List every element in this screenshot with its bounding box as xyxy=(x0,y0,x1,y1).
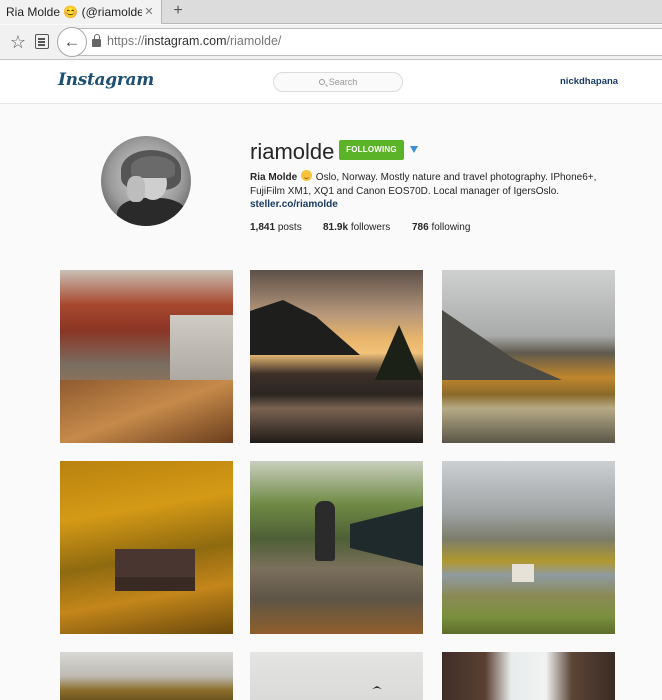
photo-grid xyxy=(60,270,615,700)
chevron-down-icon[interactable] xyxy=(410,146,418,153)
posts-stat: 1,841 posts xyxy=(250,222,302,233)
following-stat[interactable]: 786 following xyxy=(412,222,470,233)
instagram-header: Instagram Search nickdhapana xyxy=(0,61,662,104)
avatar-hair-top xyxy=(131,156,175,178)
bio-name: Ria Molde xyxy=(250,172,298,183)
avatar-body xyxy=(117,198,187,226)
tab-title: Ria Molde 😊 (@riamolde... xyxy=(6,5,142,19)
browser-toolbar: ☆ ← https://instagram.com/riamolde/ xyxy=(0,25,662,60)
search-input[interactable]: Search xyxy=(273,72,403,92)
photo-tile[interactable] xyxy=(250,652,423,700)
photo-tile[interactable] xyxy=(442,461,615,634)
browser-tab-bar: Ria Molde 😊 (@riamolde... ✕ + xyxy=(0,0,662,24)
url-text[interactable]: https://instagram.com/riamolde/ xyxy=(107,34,281,48)
instagram-logo[interactable]: Instagram xyxy=(58,70,154,90)
followers-stat[interactable]: 81.9k followers xyxy=(323,222,390,233)
profile-avatar xyxy=(101,136,191,226)
profile-website-link[interactable]: steller.co/riamolde xyxy=(250,199,338,210)
bookmark-star-icon[interactable]: ☆ xyxy=(8,32,28,52)
photo-tile[interactable] xyxy=(250,461,423,634)
close-tab-icon[interactable]: ✕ xyxy=(142,0,156,24)
back-button[interactable]: ← xyxy=(57,27,87,57)
photo-tile[interactable] xyxy=(60,270,233,443)
new-tab-button[interactable]: + xyxy=(168,0,188,24)
profile-bio: Ria Molde Oslo, Norway. Mostly nature an… xyxy=(250,170,610,199)
search-icon xyxy=(318,79,325,85)
photo-tile[interactable] xyxy=(60,652,233,700)
browser-tab[interactable]: Ria Molde 😊 (@riamolde... ✕ xyxy=(0,0,162,24)
photo-tile[interactable] xyxy=(60,461,233,634)
photo-tile[interactable] xyxy=(442,270,615,443)
current-user-link[interactable]: nickdhapana xyxy=(560,76,618,87)
photo-tile[interactable] xyxy=(442,652,615,700)
profile-username: riamolde xyxy=(250,139,335,164)
search-placeholder: Search xyxy=(328,77,358,87)
lock-icon xyxy=(92,34,101,47)
reading-list-icon[interactable] xyxy=(35,34,49,49)
following-button[interactable]: FOLLOWING xyxy=(339,140,404,160)
photo-tile[interactable] xyxy=(250,270,423,443)
smiley-icon xyxy=(301,170,313,181)
avatar-hand xyxy=(127,176,145,202)
